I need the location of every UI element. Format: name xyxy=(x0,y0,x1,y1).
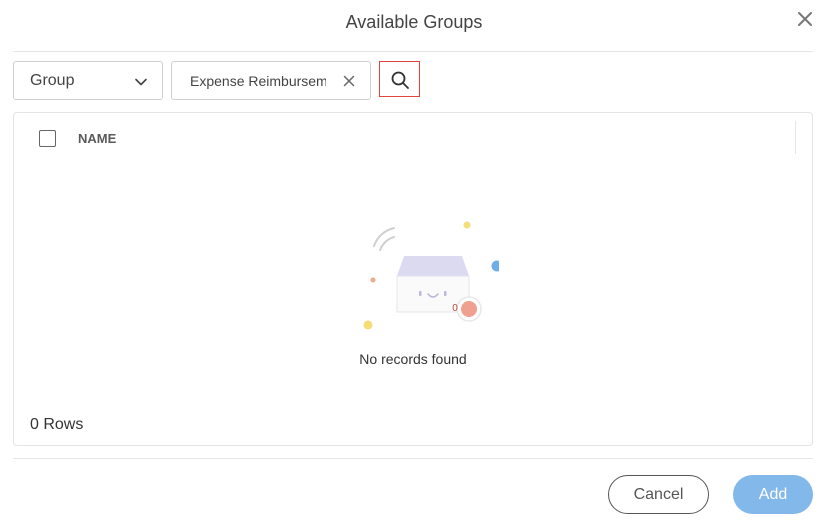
column-divider xyxy=(795,121,796,154)
add-button[interactable]: Add xyxy=(733,475,813,514)
field-select-value: Group xyxy=(30,72,75,89)
header-divider xyxy=(13,51,813,52)
dialog-header: Available Groups xyxy=(0,0,828,50)
chevron-down-icon xyxy=(135,78,147,86)
field-select[interactable]: Group xyxy=(13,61,163,100)
groups-grid: NAME 0 No records found 0 Rows xyxy=(13,112,813,446)
empty-box-icon xyxy=(363,221,499,330)
empty-badge-count: 0 xyxy=(452,303,458,314)
clear-icon xyxy=(343,75,355,87)
select-all-checkbox[interactable] xyxy=(39,130,56,147)
search-icon xyxy=(391,71,409,89)
search-field[interactable] xyxy=(171,61,371,100)
cancel-button[interactable]: Cancel xyxy=(608,475,709,514)
close-icon xyxy=(798,12,812,26)
clear-button[interactable] xyxy=(342,74,356,88)
rows-count: 0 Rows xyxy=(30,416,84,433)
dialog-title: Available Groups xyxy=(345,12,483,32)
search-input[interactable] xyxy=(190,71,326,91)
search-button[interactable] xyxy=(379,61,420,97)
empty-message: No records found xyxy=(359,351,467,367)
close-button[interactable] xyxy=(796,10,814,28)
column-header-name[interactable]: NAME xyxy=(78,131,116,146)
footer-divider xyxy=(13,458,813,459)
